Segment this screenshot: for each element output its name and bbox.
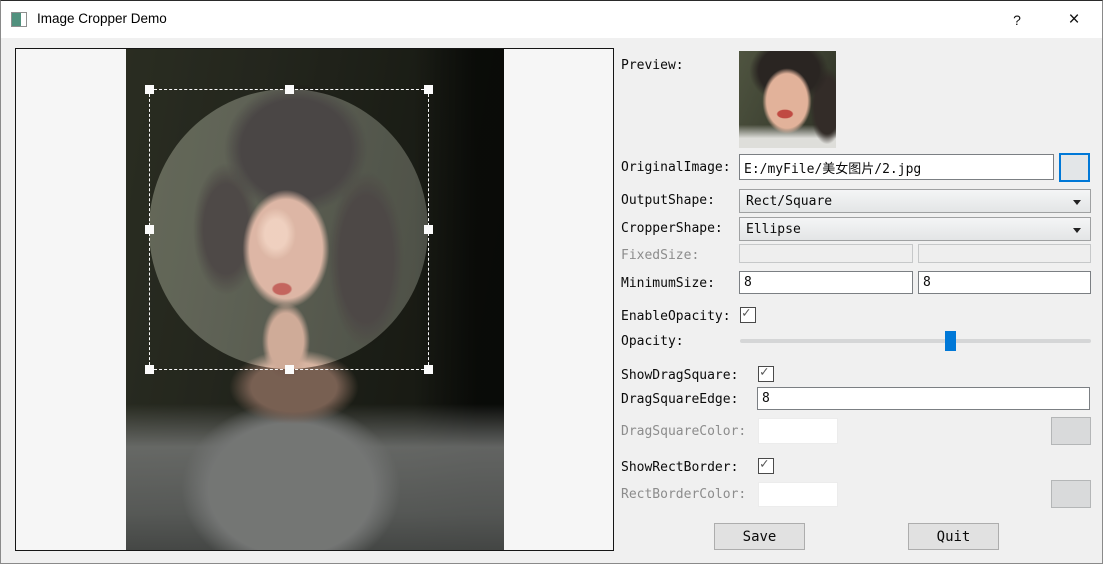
titlebar: Image Cropper Demo ? × bbox=[1, 1, 1102, 38]
rect-border-color-swatch bbox=[758, 482, 838, 507]
drag-square-edge-label: DragSquareEdge: bbox=[621, 392, 738, 407]
fixed-size-label: FixedSize: bbox=[621, 248, 699, 263]
show-rect-border-checkbox[interactable]: ✓ bbox=[758, 458, 774, 474]
minimum-size-height-input[interactable] bbox=[918, 271, 1091, 294]
drag-handle-middle-right[interactable] bbox=[424, 225, 433, 234]
drag-handle-bottom-right[interactable] bbox=[424, 365, 433, 374]
rect-border-color-label: RectBorderColor: bbox=[621, 487, 746, 502]
crop-selection-rect[interactable] bbox=[149, 89, 429, 370]
show-drag-square-checkbox[interactable]: ✓ bbox=[758, 366, 774, 382]
check-icon: ✓ bbox=[760, 364, 768, 380]
app-window: Image Cropper Demo ? × Preview: Original… bbox=[0, 0, 1103, 564]
drag-handle-top-right[interactable] bbox=[424, 85, 433, 94]
quit-button[interactable]: Quit bbox=[908, 523, 999, 550]
drag-handle-bottom-left[interactable] bbox=[145, 365, 154, 374]
output-shape-label: OutputShape: bbox=[621, 193, 715, 208]
drag-square-edge-input[interactable] bbox=[757, 387, 1090, 410]
opacity-label: Opacity: bbox=[621, 334, 684, 349]
cropper-shape-label: CropperShape: bbox=[621, 221, 723, 236]
cropper-shape-value: Ellipse bbox=[746, 222, 801, 237]
drag-square-color-label: DragSquareColor: bbox=[621, 424, 746, 439]
minimum-size-label: MinimumSize: bbox=[621, 276, 715, 291]
drag-square-color-picker-button[interactable] bbox=[1051, 417, 1091, 445]
drag-handle-middle-left[interactable] bbox=[145, 225, 154, 234]
enable-opacity-label: EnableOpacity: bbox=[621, 309, 731, 324]
fixed-size-height-input bbox=[918, 244, 1091, 263]
preview-label: Preview: bbox=[621, 58, 684, 73]
browse-button[interactable] bbox=[1059, 153, 1090, 182]
fixed-size-width-input bbox=[739, 244, 913, 263]
dropdown-arrow-icon bbox=[1073, 228, 1081, 233]
show-rect-border-label: ShowRectBorder: bbox=[621, 460, 738, 475]
output-shape-select[interactable]: Rect/Square bbox=[739, 189, 1091, 213]
check-icon: ✓ bbox=[760, 456, 768, 472]
drag-square-color-swatch bbox=[758, 418, 838, 444]
drag-handle-bottom-middle[interactable] bbox=[285, 365, 294, 374]
output-shape-value: Rect/Square bbox=[746, 194, 832, 209]
help-button[interactable]: ? bbox=[999, 1, 1035, 38]
preview-image bbox=[739, 51, 836, 148]
cropper-shape-select[interactable]: Ellipse bbox=[739, 217, 1091, 241]
enable-opacity-checkbox[interactable]: ✓ bbox=[740, 307, 756, 323]
dropdown-arrow-icon bbox=[1073, 200, 1081, 205]
original-image-input[interactable] bbox=[739, 154, 1054, 180]
save-button[interactable]: Save bbox=[714, 523, 805, 550]
drag-handle-top-middle[interactable] bbox=[285, 85, 294, 94]
show-drag-square-label: ShowDragSquare: bbox=[621, 368, 738, 383]
cropper-canvas bbox=[15, 48, 614, 551]
rect-border-color-picker-button[interactable] bbox=[1051, 480, 1091, 508]
opacity-slider[interactable] bbox=[740, 331, 1091, 351]
window-title: Image Cropper Demo bbox=[37, 11, 167, 26]
check-icon: ✓ bbox=[742, 305, 750, 321]
close-button[interactable]: × bbox=[1056, 1, 1092, 38]
minimum-size-width-input[interactable] bbox=[739, 271, 913, 294]
opacity-slider-track[interactable] bbox=[740, 339, 1091, 343]
opacity-slider-handle[interactable] bbox=[945, 331, 956, 351]
original-image-label: OriginalImage: bbox=[621, 160, 731, 175]
drag-handle-top-left[interactable] bbox=[145, 85, 154, 94]
app-icon bbox=[11, 12, 27, 27]
